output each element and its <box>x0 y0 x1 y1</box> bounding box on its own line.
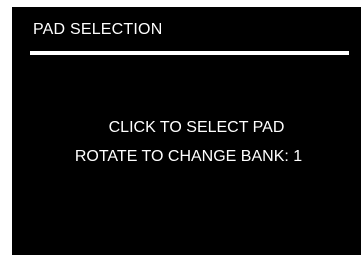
screen-title: PAD SELECTION <box>33 21 163 38</box>
pad-selection-screen: PAD SELECTION CLICK TO SELECT PAD ROTATE… <box>12 7 361 255</box>
select-pad-instruction: CLICK TO SELECT PAD <box>108 119 285 136</box>
title-divider <box>30 51 349 55</box>
bank-number: 1 <box>293 148 303 165</box>
change-bank-instruction: ROTATE TO CHANGE BANK: 1 <box>14 148 361 166</box>
change-bank-label: ROTATE TO CHANGE BANK: <box>74 148 294 165</box>
